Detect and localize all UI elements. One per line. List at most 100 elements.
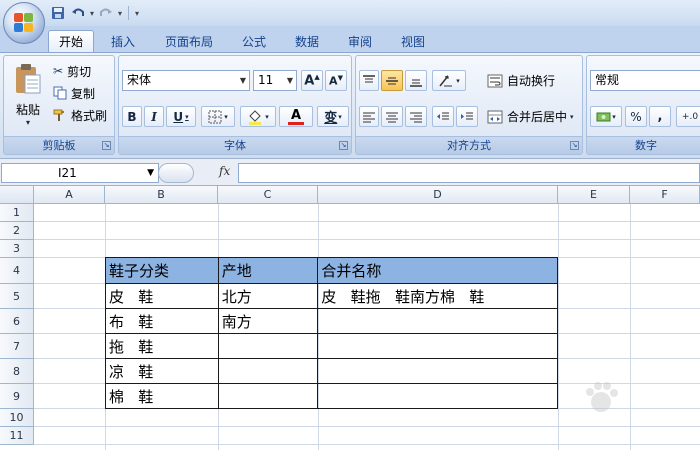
font-color-swatch <box>288 121 304 125</box>
font-color-button[interactable]: A <box>279 106 313 127</box>
row-header-10[interactable]: 10 <box>0 409 34 427</box>
align-right-button[interactable] <box>405 106 427 127</box>
formula-bar-handle[interactable] <box>158 163 194 183</box>
tab-review[interactable]: 审阅 <box>338 30 382 52</box>
row-header-9[interactable]: 9 <box>0 384 34 409</box>
italic-button[interactable]: I <box>144 106 164 127</box>
number-format-value: 常规 <box>595 73 620 87</box>
row-header-7[interactable]: 7 <box>0 334 34 359</box>
customize-toolbar-icon[interactable]: ▾ <box>135 9 139 18</box>
borders-button[interactable]: ▾ <box>201 106 235 127</box>
header-cell-d4[interactable]: 合并名称 <box>317 257 558 284</box>
formula-input[interactable] <box>238 163 700 183</box>
column-header-e[interactable]: E <box>558 186 630 204</box>
row-header-1[interactable]: 1 <box>0 204 34 222</box>
redo-icon[interactable] <box>98 5 114 21</box>
grow-font-button[interactable]: A▲ <box>301 70 323 91</box>
align-top-icon <box>363 74 375 82</box>
cell-d7[interactable] <box>317 333 558 359</box>
cell-b9[interactable]: 棉 鞋 <box>105 383 219 409</box>
font-launcher-icon[interactable]: ↘ <box>339 141 348 150</box>
row-header-8[interactable]: 8 <box>0 359 34 384</box>
table-header-row: 鞋子分类 产地 合并名称 <box>105 257 558 284</box>
wrap-text-button[interactable]: 自动换行 <box>486 70 556 91</box>
row-header-6[interactable]: 6 <box>0 309 34 334</box>
clipboard-group-label: 剪贴板 <box>4 136 114 154</box>
tab-page-layout[interactable]: 页面布局 <box>155 30 223 52</box>
increase-decimal-icon: +.0 <box>681 111 699 122</box>
font-name-combo[interactable]: 宋体 ▼ <box>122 70 250 91</box>
align-top-button[interactable] <box>359 70 379 91</box>
office-button[interactable] <box>3 2 45 44</box>
phonetic-button[interactable]: 变 ▾ <box>317 106 349 127</box>
percent-style-button[interactable]: % <box>625 106 647 127</box>
increase-decimal-button[interactable]: +.0 <box>676 106 700 127</box>
column-header-a[interactable]: A <box>34 186 105 204</box>
shrink-font-button[interactable]: A▼ <box>325 70 347 91</box>
copy-button[interactable]: 复制 <box>52 83 96 103</box>
cell-b8[interactable]: 凉 鞋 <box>105 358 219 384</box>
row-header-4[interactable]: 4 <box>0 258 34 284</box>
cell-d9[interactable] <box>317 383 558 409</box>
header-cell-c4[interactable]: 产地 <box>217 257 319 284</box>
number-group: 常规 ▾ % , +.0 数字 <box>586 55 700 155</box>
row-header-11[interactable]: 11 <box>0 427 34 445</box>
align-middle-button[interactable] <box>381 70 403 91</box>
text-orientation-icon <box>439 75 453 86</box>
cell-d8[interactable] <box>317 358 558 384</box>
clipboard-launcher-icon[interactable]: ↘ <box>102 141 111 150</box>
bold-button[interactable]: B <box>122 106 142 127</box>
cell-b7[interactable]: 拖 鞋 <box>105 333 219 359</box>
cut-button[interactable]: ✂ 剪切 <box>52 61 92 81</box>
name-box[interactable]: I21 ▼ <box>1 163 159 183</box>
orientation-button[interactable]: ▾ <box>432 70 466 91</box>
cell-c7[interactable] <box>217 333 319 359</box>
row-header-3[interactable]: 3 <box>0 240 34 258</box>
number-format-combo[interactable]: 常规 <box>590 70 700 91</box>
select-all-corner[interactable] <box>0 186 34 204</box>
accounting-format-button[interactable]: ▾ <box>590 106 622 127</box>
cell-c6[interactable]: 南方 <box>217 308 319 334</box>
tab-data[interactable]: 数据 <box>285 30 329 52</box>
row-header-5[interactable]: 5 <box>0 284 34 309</box>
cell-c5[interactable]: 北方 <box>217 283 319 309</box>
merge-center-button[interactable]: 合并后居中 ▾ <box>486 106 575 127</box>
paste-button[interactable]: 粘贴 ▾ <box>8 60 48 134</box>
align-bottom-button[interactable] <box>405 70 427 91</box>
tab-formulas[interactable]: 公式 <box>232 30 276 52</box>
redo-dropdown-icon[interactable]: ▾ <box>118 9 122 18</box>
cell-c9[interactable] <box>217 383 319 409</box>
column-header-f[interactable]: F <box>630 186 700 204</box>
cell-d5[interactable]: 皮 鞋拖 鞋南方棉 鞋 <box>317 283 558 309</box>
tab-view[interactable]: 视图 <box>391 30 435 52</box>
wrap-text-label: 自动换行 <box>507 74 556 88</box>
row-header-2[interactable]: 2 <box>0 222 34 240</box>
decrease-indent-button[interactable] <box>432 106 454 127</box>
tab-insert[interactable]: 插入 <box>100 30 146 52</box>
undo-dropdown-icon[interactable]: ▾ <box>90 9 94 18</box>
save-icon[interactable] <box>50 5 66 21</box>
align-center-button[interactable] <box>381 106 403 127</box>
cell-b6[interactable]: 布 鞋 <box>105 308 219 334</box>
font-size-combo[interactable]: 11 ▼ <box>253 70 297 91</box>
cell-d6[interactable] <box>317 308 558 334</box>
fill-color-button[interactable]: ▾ <box>240 106 276 127</box>
header-cell-b4[interactable]: 鞋子分类 <box>105 257 219 284</box>
increase-indent-button[interactable] <box>456 106 478 127</box>
alignment-launcher-icon[interactable]: ↘ <box>570 141 579 150</box>
tab-home[interactable]: 开始 <box>48 30 94 52</box>
column-header-d[interactable]: D <box>318 186 558 204</box>
underline-button[interactable]: U ▾ <box>166 106 196 127</box>
format-painter-button[interactable]: 格式刷 <box>52 105 108 125</box>
insert-function-icon[interactable]: fx <box>219 164 230 178</box>
column-header-c[interactable]: C <box>218 186 318 204</box>
align-left-button[interactable] <box>359 106 379 127</box>
name-box-dropdown-icon: ▼ <box>147 168 154 178</box>
quick-access-toolbar: ▾ ▾ ▾ <box>50 4 139 22</box>
undo-icon[interactable] <box>70 5 86 21</box>
column-header-b[interactable]: B <box>105 186 218 204</box>
comma-style-button[interactable]: , <box>649 106 671 127</box>
cell-c8[interactable] <box>217 358 319 384</box>
cell-b5[interactable]: 皮 鞋 <box>105 283 219 309</box>
font-size-dropdown-icon: ▼ <box>286 76 293 85</box>
